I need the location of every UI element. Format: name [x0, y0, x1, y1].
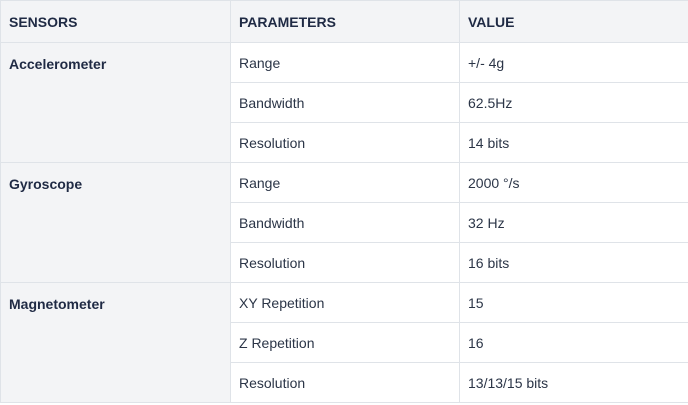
parameter-cell: Range: [230, 162, 460, 203]
value-cell: 16 bits: [459, 242, 688, 283]
sensor-name-gyroscope: Gyroscope: [0, 162, 231, 283]
parameter-cell: Bandwidth: [230, 82, 460, 123]
header-value: VALUE: [459, 0, 688, 43]
table-body: Accelerometer Range +/- 4g Bandwidth 62.…: [0, 42, 688, 403]
value-cell: 32 Hz: [459, 202, 688, 243]
value-cell: 15: [459, 282, 688, 323]
parameter-cell: Bandwidth: [230, 202, 460, 243]
parameter-cell: Resolution: [230, 242, 460, 283]
parameter-cell: Z Repetition: [230, 322, 460, 363]
table-row: Gyroscope Range 2000 °/s: [0, 162, 688, 283]
sensor-name-accelerometer: Accelerometer: [0, 42, 231, 163]
header-parameters: PARAMETERS: [230, 0, 460, 43]
sensor-name-magnetometer: Magnetometer: [0, 282, 231, 403]
value-cell: 2000 °/s: [459, 162, 688, 203]
table-row: Magnetometer XY Repetition 15: [0, 282, 688, 403]
parameter-cell: Resolution: [230, 362, 460, 403]
value-cell: 14 bits: [459, 122, 688, 163]
header-sensors: SENSORS: [0, 0, 231, 43]
parameter-cell: Resolution: [230, 122, 460, 163]
value-cell: 13/13/15 bits: [459, 362, 688, 403]
table-row: Accelerometer Range +/- 4g: [0, 42, 688, 163]
value-cell: 16: [459, 322, 688, 363]
sensor-parameters-table: SENSORS PARAMETERS VALUE Accelerometer R…: [0, 0, 688, 403]
value-cell: 62.5Hz: [459, 82, 688, 123]
table-header: SENSORS PARAMETERS VALUE: [0, 0, 688, 43]
parameter-cell: XY Repetition: [230, 282, 460, 323]
header-row: SENSORS PARAMETERS VALUE: [0, 0, 688, 43]
value-cell: +/- 4g: [459, 42, 688, 83]
parameter-cell: Range: [230, 42, 460, 83]
